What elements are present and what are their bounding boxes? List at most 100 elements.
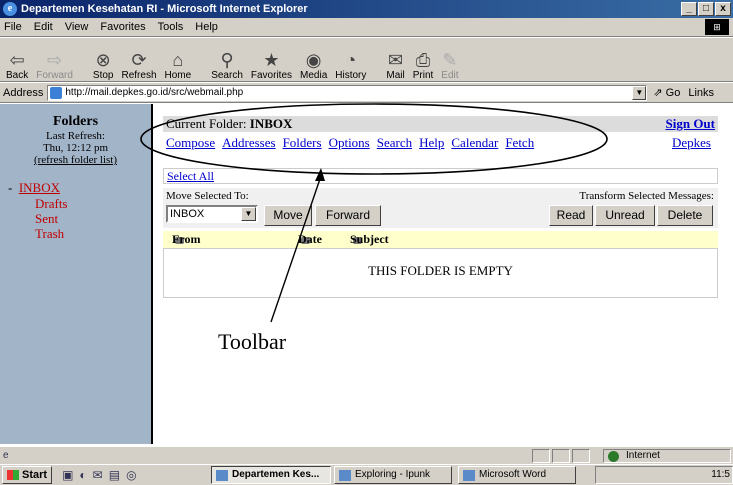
mail-button[interactable]: ✉ Mail — [382, 39, 408, 81]
nav-folders[interactable]: Folders — [283, 135, 322, 150]
history-icon: ◔ — [345, 50, 357, 70]
edit-label: Edit — [441, 70, 459, 81]
forward-button[interactable]: ⇨ Forward — [32, 39, 77, 81]
status-cell — [552, 448, 570, 463]
ie-quicklaunch-icon[interactable]: ◐ — [79, 468, 86, 482]
go-arrow-icon: ⇗ — [653, 87, 663, 99]
windows-flag-icon — [7, 470, 19, 480]
move-selected-label: Move Selected To: — [166, 190, 249, 202]
history-button[interactable]: ◔ History — [331, 39, 370, 81]
favorites-icon: ★ — [263, 50, 280, 70]
menu-bar: File Edit View Favorites Tools Help ⊞ — [0, 18, 733, 37]
sign-out-link[interactable]: Sign Out — [666, 116, 716, 132]
nav-help[interactable]: Help — [419, 135, 444, 150]
print-button[interactable]: ⎙ Print — [409, 39, 438, 81]
nav-options[interactable]: Options — [329, 135, 370, 150]
task-exploring[interactable]: Exploring - Ipunk — [334, 466, 452, 484]
folder-drafts[interactable]: Drafts — [8, 196, 68, 211]
current-folder-name: INBOX — [249, 116, 293, 131]
nav-search[interactable]: Search — [377, 135, 412, 150]
forward-button[interactable]: Forward — [315, 205, 381, 226]
search-button[interactable]: ⚲ Search — [207, 39, 247, 81]
chevron-down-icon: ▼ — [241, 207, 256, 221]
media-button[interactable]: ◉ Media — [296, 39, 331, 81]
media-label: Media — [300, 70, 328, 81]
select-all-link[interactable]: Select All — [167, 169, 214, 183]
webmail-main: Current Folder: INBOX Sign Out Compose Ad… — [157, 104, 733, 444]
refresh-label: Refresh — [121, 70, 157, 81]
go-button[interactable]: ⇗ Go — [653, 86, 680, 99]
nav-addresses[interactable]: Addresses — [222, 135, 275, 150]
favorites-button[interactable]: ★ Favorites — [247, 39, 296, 81]
column-subject[interactable]: Subject — [350, 231, 389, 248]
last-refresh-time: Thu, 12:12 pm — [42, 142, 109, 154]
task-departemen-kes[interactable]: Departemen Kes... — [211, 466, 331, 484]
media-player-icon[interactable]: ◎ — [126, 468, 136, 482]
current-folder-bar: Current Folder: INBOX Sign Out — [163, 116, 718, 132]
message-list-header: From Date Subject — [163, 231, 718, 248]
media-icon: ◉ — [305, 50, 322, 70]
folders-title: Folders — [52, 114, 99, 129]
nav-calendar[interactable]: Calendar — [451, 135, 498, 150]
clock: 11:5 — [711, 469, 730, 480]
move-button[interactable]: Move — [264, 205, 312, 226]
refresh-folder-list-link[interactable]: (refresh folder list) — [0, 154, 151, 166]
ie-logo-icon: e — [3, 2, 17, 16]
menu-view[interactable]: View — [65, 21, 89, 33]
menu-file[interactable]: File — [4, 21, 22, 33]
go-label: Go — [665, 87, 681, 99]
stop-label: Stop — [92, 70, 114, 81]
folder-inbox[interactable]: INBOX — [19, 180, 60, 195]
links-button[interactable]: Links — [688, 87, 714, 99]
minimize-button[interactable]: _ — [681, 2, 697, 16]
forward-arrow-icon: ⇨ — [47, 50, 63, 70]
start-button[interactable]: Start — [2, 466, 53, 484]
address-input[interactable]: http://mail.depkes.go.id/src/webmail.php… — [47, 84, 648, 101]
column-from[interactable]: From — [172, 231, 200, 248]
menu-favorites[interactable]: Favorites — [100, 21, 145, 33]
status-cell — [572, 448, 590, 463]
folder-trash[interactable]: Trash — [8, 226, 68, 241]
depkes-link[interactable]: Depkes — [672, 135, 711, 151]
inbox-collapse-toggle[interactable]: - — [8, 180, 12, 195]
desktop-icon[interactable]: ▣ — [62, 468, 73, 482]
home-label: Home — [164, 70, 192, 81]
maximize-button[interactable]: □ — [698, 2, 714, 16]
home-button[interactable]: ⌂ Home — [161, 39, 196, 81]
browser-toolbar: ⇦ Back ⇨ Forward ⊗ Stop ⟳ Refresh ⌂ Home ⚲ Search ★ F… — [0, 38, 733, 82]
refresh-button[interactable]: ⟳ Refresh — [118, 39, 161, 81]
window-title: Departemen Kesehatan RI - Microsoft Inte… — [21, 3, 308, 15]
back-button[interactable]: ⇦ Back — [2, 39, 32, 81]
refresh-icon: ⟳ — [131, 50, 147, 70]
edit-button[interactable]: ✎ Edit — [437, 39, 462, 81]
address-bar: Address http://mail.depkes.go.id/src/web… — [0, 83, 733, 103]
folder-sent[interactable]: Sent — [8, 211, 68, 226]
last-refresh-label: Last Refresh: — [46, 130, 105, 142]
menu-tools[interactable]: Tools — [158, 21, 184, 33]
address-dropdown-button[interactable]: ▼ — [632, 85, 647, 100]
address-label: Address — [3, 86, 44, 99]
nav-fetch[interactable]: Fetch — [505, 135, 534, 150]
unread-button[interactable]: Unread — [595, 205, 655, 226]
mail-icon: ✉ — [388, 50, 404, 70]
home-icon: ⌂ — [172, 50, 184, 70]
title-bar: e Departemen Kesehatan RI - Microsoft In… — [0, 0, 733, 18]
stop-button[interactable]: ⊗ Stop — [89, 39, 118, 81]
menu-edit[interactable]: Edit — [34, 21, 53, 33]
address-url: http://mail.depkes.go.id/src/webmail.php — [65, 87, 244, 98]
folder-list: - INBOX Drafts Sent Trash — [8, 180, 68, 241]
close-button[interactable]: x — [715, 2, 731, 16]
task-microsoft-word[interactable]: Microsoft Word — [458, 466, 576, 484]
annotation-label: Toolbar — [218, 329, 287, 354]
nav-compose[interactable]: Compose — [166, 135, 215, 150]
column-date[interactable]: Date — [298, 231, 322, 248]
delete-button[interactable]: Delete — [657, 205, 713, 226]
move-target-select[interactable]: INBOX ▼ — [166, 205, 258, 223]
explorer-icon[interactable]: ▤ — [109, 468, 120, 482]
outlook-icon[interactable]: ✉ — [93, 468, 103, 482]
column-from-label: From — [172, 232, 201, 246]
menu-help[interactable]: Help — [195, 21, 218, 33]
window-controls: _ □ x — [681, 2, 731, 16]
read-button[interactable]: Read — [549, 205, 593, 226]
history-label: History — [335, 70, 367, 81]
